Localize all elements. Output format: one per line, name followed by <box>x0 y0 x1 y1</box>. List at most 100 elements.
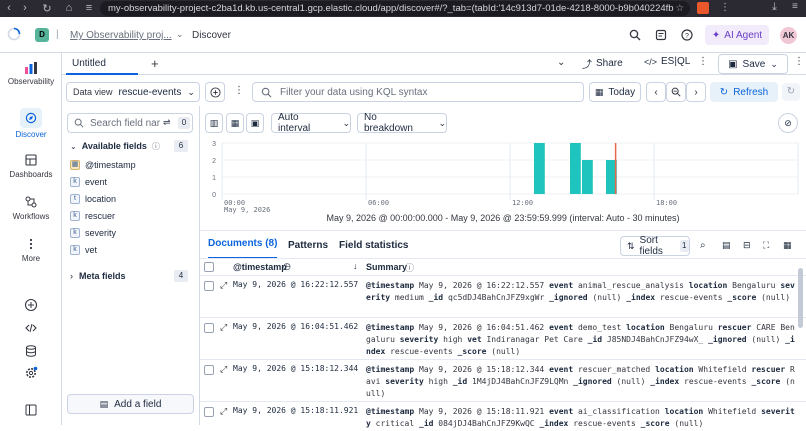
nav-workflows[interactable]: Workflows <box>0 195 62 221</box>
next-time-button[interactable]: › <box>686 82 706 102</box>
esql-button[interactable]: </> ES|QL <box>644 56 690 67</box>
user-avatar[interactable]: AK <box>780 27 797 44</box>
breakdown-select[interactable]: No breakdown ⌄ <box>357 112 447 134</box>
expand-row-icon[interactable]: ⤢ <box>220 406 227 417</box>
share-label: Share <box>596 58 623 69</box>
nav-observability[interactable]: Observability <box>0 61 62 86</box>
home-icon[interactable]: ⌂ <box>62 2 76 14</box>
table-row[interactable]: ⤢ May 9, 2026 @ 15:18:11.921 @timestamp Ma… <box>200 401 806 431</box>
add-filter-button[interactable] <box>205 82 225 102</box>
tabs-chevron-down-icon[interactable]: ⌄ <box>557 57 565 68</box>
date-picker-button[interactable]: ▦ Today <box>589 82 641 102</box>
row-timestamp: May 9, 2026 @ 15:18:12.344 <box>233 364 359 373</box>
available-fields-toggle[interactable]: ⌄ Available fields ⓘ 6 <box>70 139 194 153</box>
expand-row-icon[interactable]: ⤢ <box>220 280 227 291</box>
docs-search-icon[interactable]: ⌕ <box>700 240 706 251</box>
field-item[interactable]: k vet <box>70 243 97 257</box>
columns-icon[interactable]: ▦ <box>783 240 792 251</box>
filter-icon[interactable]: ⇌ <box>163 117 171 128</box>
interval-select[interactable]: Auto interval ⌄ <box>271 112 351 134</box>
share-button[interactable]: ⤴ Share <box>582 56 623 71</box>
address-bar[interactable]: my-observability-project-c2ba1d.kb.us-ce… <box>100 1 690 16</box>
search-icon[interactable] <box>629 29 641 41</box>
space-avatar[interactable]: D <box>35 28 49 42</box>
data-view-picker[interactable]: Data view rescue-events ⌄ <box>66 82 200 102</box>
table-row[interactable]: ⤢ May 9, 2026 @ 16:04:51.462 @timestamp Ma… <box>200 317 806 359</box>
row-checkbox[interactable] <box>204 323 214 333</box>
keyword-field-icon: k <box>70 211 80 221</box>
meta-fields-toggle[interactable]: › Meta fields 4 <box>70 269 194 283</box>
tab-untitled[interactable]: Untitled <box>66 53 138 75</box>
tab-documents[interactable]: Documents (8) <box>208 238 278 259</box>
col-timestamp-header[interactable]: @timestamp <box>233 262 287 272</box>
reload-icon[interactable]: ↻ <box>40 2 54 15</box>
row-checkbox[interactable] <box>204 407 214 417</box>
image-button[interactable]: ▣ <box>246 113 264 133</box>
dev-tools-icon[interactable] <box>24 321 38 335</box>
row-height-icon[interactable]: ⊟ <box>743 240 751 251</box>
chevron-down-icon[interactable]: ⌄ <box>176 29 184 40</box>
density-icon[interactable]: ▤ <box>722 240 731 251</box>
back-icon[interactable]: ‹ <box>2 2 16 14</box>
sort-arrow-icon[interactable]: ↓ <box>353 261 358 271</box>
grid-scrollbar[interactable] <box>798 268 803 328</box>
add-tab-icon[interactable]: + <box>151 56 159 71</box>
field-search-input[interactable]: Search field nar ⇌ 0 <box>67 113 193 133</box>
table-row[interactable]: ⤢ May 9, 2026 @ 16:22:12.557 @timestamp Ma… <box>200 275 806 317</box>
settings-gear-icon[interactable] <box>24 366 38 380</box>
expand-row-icon[interactable]: ⤢ <box>220 364 227 375</box>
forward-icon[interactable]: › <box>18 2 32 14</box>
download-icon[interactable]: ⤓ <box>772 1 777 14</box>
nav-more[interactable]: More <box>0 237 62 263</box>
site-info-icon[interactable]: ≡ <box>82 2 96 14</box>
col-summary-header[interactable]: Summary <box>366 262 407 272</box>
collapse-nav-icon[interactable] <box>24 403 38 417</box>
zoom-out-button[interactable] <box>666 82 686 102</box>
ai-agent-button[interactable]: ✦ AI Agent <box>705 25 769 45</box>
summary-key: location <box>688 281 728 290</box>
kql-search-input[interactable]: Filter your data using KQL syntax <box>252 82 584 102</box>
breadcrumb-project[interactable]: My Observability proj... <box>70 30 172 41</box>
toggle-chart-button[interactable]: ▥ <box>205 113 223 133</box>
add-field-button[interactable]: ▤ Add a field <box>67 394 194 414</box>
nav-discover[interactable]: Discover <box>0 108 62 139</box>
field-name: severity <box>85 228 117 238</box>
help-icon[interactable]: ? <box>681 29 693 41</box>
extension-icon[interactable] <box>697 2 709 14</box>
save-button[interactable]: ▣ Save ⌄ <box>718 54 788 74</box>
kql-search-icon <box>261 87 272 97</box>
field-item[interactable]: k event <box>70 175 107 189</box>
app-menu-icon[interactable]: ≡ <box>792 1 798 12</box>
row-checkbox[interactable] <box>204 365 214 375</box>
query-menu-icon[interactable]: ⋮ <box>234 85 244 96</box>
tab-field-statistics[interactable]: Field statistics <box>339 240 408 251</box>
expand-row-icon[interactable]: ⤢ <box>220 322 227 333</box>
y-tick-label: 3 <box>212 141 216 148</box>
sort-fields-button[interactable]: ⇅ Sort fields 1 <box>620 235 690 257</box>
field-item[interactable]: k severity <box>70 226 116 240</box>
calendar-chart-button[interactable]: ▦ <box>226 113 244 133</box>
field-item[interactable]: t location <box>70 192 116 206</box>
nav-dashboards[interactable]: Dashboards <box>0 153 62 179</box>
auto-refresh-icon[interactable]: ↻ <box>782 83 800 101</box>
fullscreen-icon[interactable]: ⛶ <box>763 240 769 251</box>
summary-key: _score <box>457 347 487 356</box>
newsfeed-icon[interactable] <box>655 29 667 41</box>
field-item[interactable]: ▦ @timestamp <box>70 158 136 172</box>
overflow-icon[interactable]: ⋮ <box>794 56 804 67</box>
add-icon[interactable] <box>24 298 38 312</box>
row-checkbox[interactable] <box>204 281 214 291</box>
more-actions-icon[interactable]: ⋮ <box>698 56 708 67</box>
table-row[interactable]: ⤢ May 9, 2026 @ 15:18:12.344 @timestamp Ma… <box>200 359 806 401</box>
summary-key: _id <box>587 335 603 344</box>
extensions-menu-icon[interactable]: ⋮ <box>720 2 730 13</box>
previous-time-button[interactable]: ‹ <box>646 82 666 102</box>
summary-key: _ignored <box>573 377 612 386</box>
tab-patterns[interactable]: Patterns <box>288 240 328 251</box>
database-icon[interactable] <box>24 344 38 358</box>
field-item[interactable]: k rescuer <box>70 209 115 223</box>
chart-options-button[interactable]: ⊘ <box>778 113 798 133</box>
select-all-checkbox[interactable] <box>204 262 214 272</box>
bookmark-star-icon[interactable]: ☆ <box>675 3 684 14</box>
refresh-button[interactable]: ↻ Refresh <box>710 82 778 102</box>
